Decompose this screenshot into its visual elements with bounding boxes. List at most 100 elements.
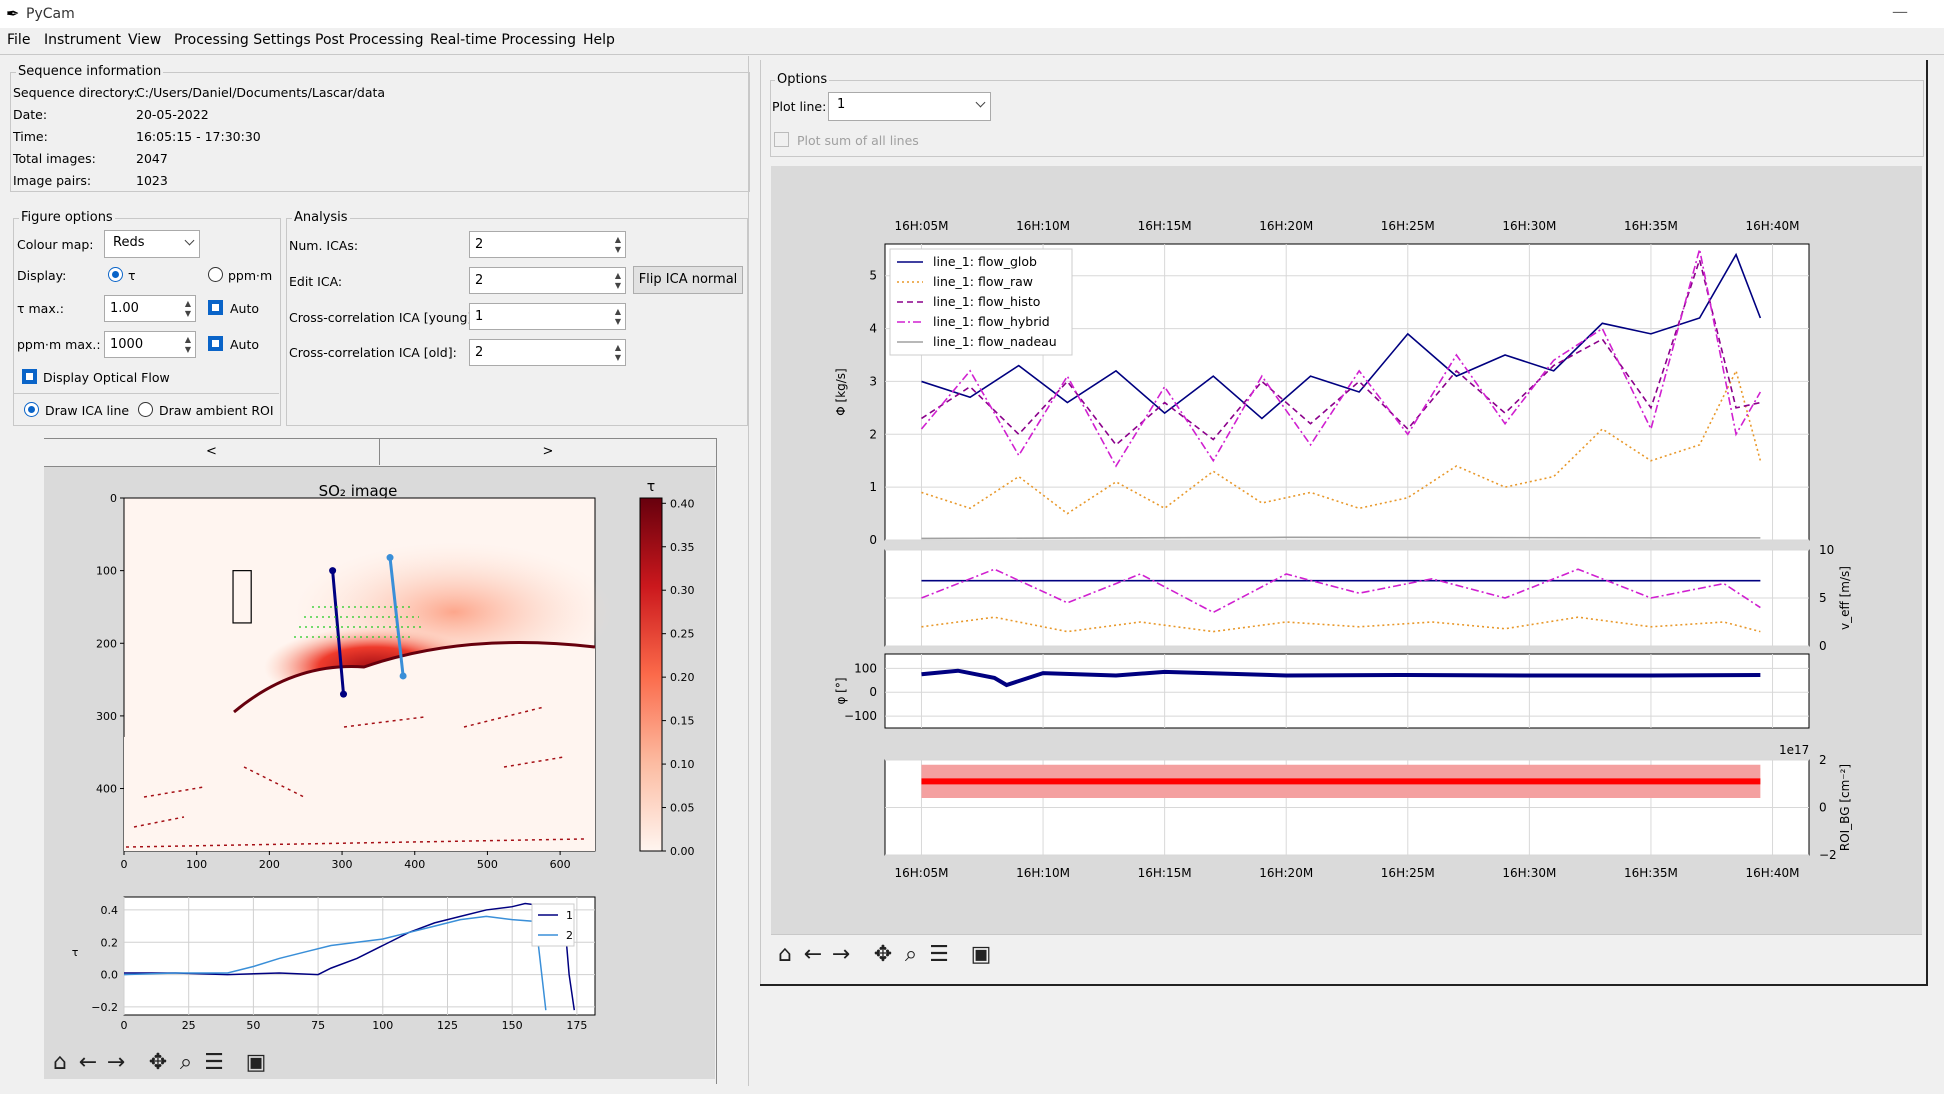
so2-figure-svg[interactable]: SO₂ image 0 100 200 300 400 500 600 0100200300… <box>44 467 715 1047</box>
chevron-down-icon <box>184 235 195 246</box>
ica-endpoint <box>386 554 394 562</box>
left-plot-toolbar: ⌂ ← → ✥ ⌕ ☰ ▣ <box>48 1051 266 1077</box>
plot-line-label: Plot line: <box>772 99 827 114</box>
minimize-button[interactable]: — <box>1892 2 1908 21</box>
y-tick-label: 0.4 <box>101 904 119 917</box>
xcorr-old-value: 2 <box>475 345 484 360</box>
num-icas-label: Num. ICAs: <box>289 238 359 253</box>
zoom-icon[interactable]: ⌕ <box>899 943 923 967</box>
y-tick-label: 4 <box>869 322 877 336</box>
back-arrow-icon[interactable]: ← <box>801 943 825 967</box>
pan-icon[interactable]: ✥ <box>871 943 895 967</box>
so2-x-ticks: 0 100 200 300 400 500 600 <box>121 851 571 871</box>
edit-ica-value: 2 <box>475 273 484 288</box>
flow-figure-canvas[interactable]: 0 1 2 3 4 5 Φ [kg/s] 0 5 10 v_eff [m/s] 100 0 −100 φ [… <box>771 166 1922 934</box>
x-tick-label-bottom: 16H:10M <box>1016 866 1070 880</box>
optical-flow-checkbox[interactable] <box>22 369 37 384</box>
xcorr-young-label: Cross-correlation ICA [young]: <box>289 310 477 325</box>
y-axis-label: v_eff [m/s] <box>1838 566 1852 630</box>
optical-flow-label: Display Optical Flow <box>43 370 170 385</box>
xcorr-young-spinbox[interactable]: 1 ▲ ▼ <box>469 303 626 330</box>
tau-max-spinbox[interactable]: 1.00 ▲ ▼ <box>104 295 196 322</box>
colour-map-select[interactable]: Reds <box>104 230 200 258</box>
num-icas-spinbox[interactable]: 2 ▲ ▼ <box>469 231 626 258</box>
menu-file[interactable]: File <box>7 32 30 48</box>
draw-roi-radio[interactable] <box>138 402 153 417</box>
y-tick-label: 200 <box>96 637 117 650</box>
x-tick-label-bottom: 16H:25M <box>1381 866 1435 880</box>
flip-ica-normal-button[interactable]: Flip ICA normal <box>633 266 743 294</box>
spin-arrows-icon: ▲ ▼ <box>184 299 191 318</box>
next-image-button[interactable]: > <box>380 439 716 465</box>
menu-post-processing[interactable]: Post Processing <box>315 32 424 48</box>
y-tick-label: 10 <box>1819 543 1834 557</box>
colorbar-tick-label: 0.40 <box>670 497 695 510</box>
x-tick-label-top: 16H:35M <box>1624 219 1678 233</box>
menu-help[interactable]: Help <box>583 32 615 48</box>
prev-image-button[interactable]: < <box>44 439 380 465</box>
plot-line-select[interactable]: 1 <box>828 92 991 121</box>
sequence-info-title: Sequence information <box>16 64 164 79</box>
x-tick-label: 500 <box>477 858 498 871</box>
sequence-dir-label: Sequence directory: <box>13 85 138 100</box>
num-icas-value: 2 <box>475 237 484 252</box>
flow-figure-svg[interactable]: 0 1 2 3 4 5 Φ [kg/s] 0 5 10 v_eff [m/s] 100 0 −100 φ [… <box>771 166 1922 934</box>
pan-icon[interactable]: ✥ <box>146 1051 170 1075</box>
x-tick-label: 0 <box>121 1019 128 1032</box>
save-icon[interactable]: ▣ <box>969 943 993 967</box>
menu-processing-settings[interactable]: Processing Settings <box>174 32 311 48</box>
legend-label: line_1: flow_histo <box>933 294 1040 309</box>
spin-arrows-icon: ▲ ▼ <box>184 335 191 354</box>
xcorr-old-spinbox[interactable]: 2 ▲ ▼ <box>469 339 626 366</box>
configure-subplots-icon[interactable]: ☰ <box>202 1051 226 1075</box>
forward-arrow-icon[interactable]: → <box>104 1051 128 1075</box>
menu-realtime-processing[interactable]: Real-time Processing <box>430 32 576 48</box>
x-tick-label-bottom: 16H:05M <box>894 866 948 880</box>
display-label: Display: <box>17 268 67 283</box>
y-tick-label: 100 <box>96 565 117 578</box>
configure-subplots-icon[interactable]: ☰ <box>927 943 951 967</box>
back-arrow-icon[interactable]: ← <box>76 1051 100 1075</box>
y-axis-label: ROI_BG [cm⁻²] <box>1838 764 1852 851</box>
ppm-auto-checkbox[interactable] <box>208 336 223 351</box>
y-tick-label: 3 <box>869 374 877 388</box>
forward-arrow-icon[interactable]: → <box>829 943 853 967</box>
so2-figure-canvas[interactable]: SO₂ image 0 100 200 300 400 500 600 0 100 200 300… <box>44 467 715 1079</box>
colorbar-gradient <box>639 497 663 852</box>
display-tau-radio[interactable] <box>108 267 123 282</box>
spin-arrows-icon: ▲ ▼ <box>614 307 621 326</box>
x-tick-label: 0 <box>121 858 128 871</box>
tau-max-value: 1.00 <box>110 301 139 316</box>
tau-profile-legend: 1 2 <box>531 903 575 947</box>
y-tick-label: 100 <box>854 661 877 675</box>
home-icon[interactable]: ⌂ <box>773 943 797 967</box>
tau-auto-checkbox[interactable] <box>208 300 223 315</box>
tau-profile-frame <box>123 896 596 1016</box>
x-tick-label: 75 <box>311 1019 325 1032</box>
home-icon[interactable]: ⌂ <box>48 1051 72 1075</box>
edit-ica-spinbox[interactable]: 2 ▲ ▼ <box>469 267 626 294</box>
time-label: Time: <box>13 129 48 144</box>
x-tick-label-top: 16H:25M <box>1381 219 1435 233</box>
y-tick-label: 5 <box>1819 591 1827 605</box>
draw-ica-radio[interactable] <box>24 402 39 417</box>
colorbar-ticks: 0.00 0.05 0.10 0.15 0.20 0.25 0.30 0.35 0.40 <box>662 497 695 858</box>
y-tick-label: 1 <box>869 480 877 494</box>
zoom-icon[interactable]: ⌕ <box>174 1051 198 1075</box>
menu-view[interactable]: View <box>128 32 161 48</box>
total-images-label: Total images: <box>13 151 96 166</box>
legend-label: line_1: flow_glob <box>933 254 1037 269</box>
feather-icon: ✒ <box>6 4 20 23</box>
display-ppm-radio[interactable] <box>208 267 223 282</box>
menu-instrument[interactable]: Instrument <box>44 32 121 48</box>
save-icon[interactable]: ▣ <box>244 1051 268 1075</box>
plot-line-value: 1 <box>837 97 846 112</box>
y-tick-label: 2 <box>1819 753 1827 767</box>
y-tick-label: 0 <box>869 685 877 699</box>
ppm-max-spinbox[interactable]: 1000 ▲ ▼ <box>104 331 196 358</box>
legend-label: line_1: flow_raw <box>933 274 1033 289</box>
total-images-value: 2047 <box>136 151 168 166</box>
plot-sum-checkbox[interactable] <box>774 132 789 147</box>
colorbar-tick-label: 0.00 <box>670 845 695 858</box>
ppm-max-label: ppm⋅m max.: <box>17 337 101 352</box>
